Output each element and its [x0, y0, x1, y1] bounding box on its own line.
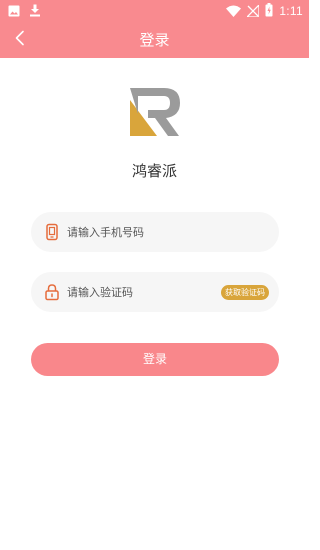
lock-icon — [43, 283, 61, 301]
code-input[interactable] — [67, 282, 237, 302]
code-field: 获取验证码 — [31, 272, 279, 312]
status-right: 1:11 — [226, 2, 303, 21]
image-icon — [8, 2, 20, 21]
no-signal-icon — [245, 2, 260, 21]
nav-bar: 登录 — [0, 22, 309, 58]
phone-icon — [43, 223, 61, 241]
status-left — [8, 3, 41, 19]
phone-input[interactable] — [67, 222, 237, 242]
download-icon — [29, 2, 41, 21]
wifi-icon — [226, 2, 242, 21]
logo-r-icon — [128, 86, 182, 138]
app-name: 鸿睿派 — [131, 162, 177, 180]
status-bar: 1:11 — [0, 0, 309, 22]
battery-charging-icon — [265, 2, 273, 21]
phone-field — [31, 212, 279, 252]
status-time: 1:11 — [279, 4, 303, 18]
page-title: 登录 — [139, 31, 170, 49]
get-code-button[interactable]: 获取验证码 — [221, 285, 269, 300]
login-button[interactable]: 登录 — [31, 343, 279, 376]
